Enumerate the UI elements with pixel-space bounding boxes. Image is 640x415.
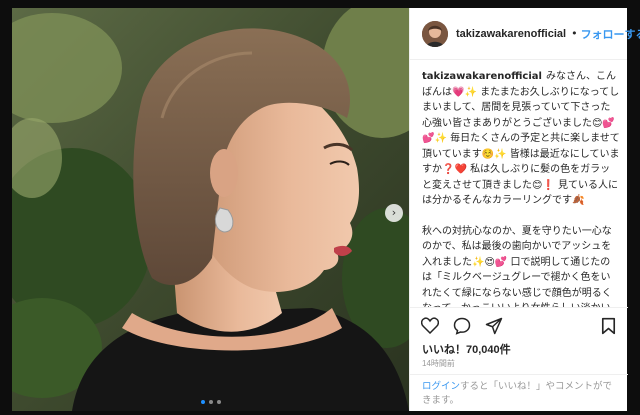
bookmark-icon[interactable] (598, 316, 618, 336)
header-username[interactable]: takizawakarenofficial (456, 28, 566, 40)
action-bar (410, 307, 628, 343)
post-photo[interactable]: › (12, 8, 409, 411)
post-header: takizawakarenofficial • フォローする (410, 8, 640, 60)
carousel-dot[interactable] (216, 400, 221, 404)
login-link[interactable]: ログイン (422, 381, 460, 392)
carousel-dot[interactable] (200, 400, 205, 404)
comment-bubble-icon[interactable] (452, 316, 472, 336)
carousel-indicator (12, 400, 409, 404)
post-caption: takizawakarenofficial みなさん、こんばんは💗✨ またまたお久… (422, 69, 620, 307)
avatar[interactable] (422, 20, 448, 47)
caption-area[interactable]: takizawakarenofficial みなさん、こんばんは💗✨ またまたお久… (410, 61, 628, 307)
caption-text: みなさん、こんばんは💗✨ またまたお久しぶりになってしまいまして、居間を見張って… (422, 71, 620, 206)
avatar-image (422, 20, 448, 47)
header-separator: • (571, 27, 578, 40)
paper-plane-icon[interactable] (484, 316, 504, 336)
caption-username[interactable]: takizawakarenofficial (422, 71, 542, 82)
caption-paragraph: takizawakarenofficial みなさん、こんばんは💗✨ またまたお久… (422, 69, 620, 209)
caption-paragraph: 秋への対抗心なのか、夏を守りたい一心なのかで、私は最後の歯向かいでアッシュを入れ… (422, 225, 612, 308)
login-prompt: ログインすると「いいね！」やコメントができます。 (410, 374, 628, 411)
chevron-right-icon: › (391, 206, 397, 219)
heart-outline-icon[interactable] (420, 316, 440, 336)
follow-button[interactable]: フォローする (581, 26, 640, 42)
next-photo-button[interactable]: › (385, 204, 403, 222)
like-count[interactable]: いいね！70,040件 (422, 341, 511, 357)
post-timestamp[interactable]: 14時間前 (422, 358, 455, 369)
portrait-image (12, 8, 409, 411)
post-modal: › takizawakarenofficial • フォローする takizaw… (12, 8, 640, 411)
post-side-panel: takizawakarenofficial • フォローする takizawak… (409, 8, 640, 411)
carousel-dot[interactable] (208, 400, 213, 404)
